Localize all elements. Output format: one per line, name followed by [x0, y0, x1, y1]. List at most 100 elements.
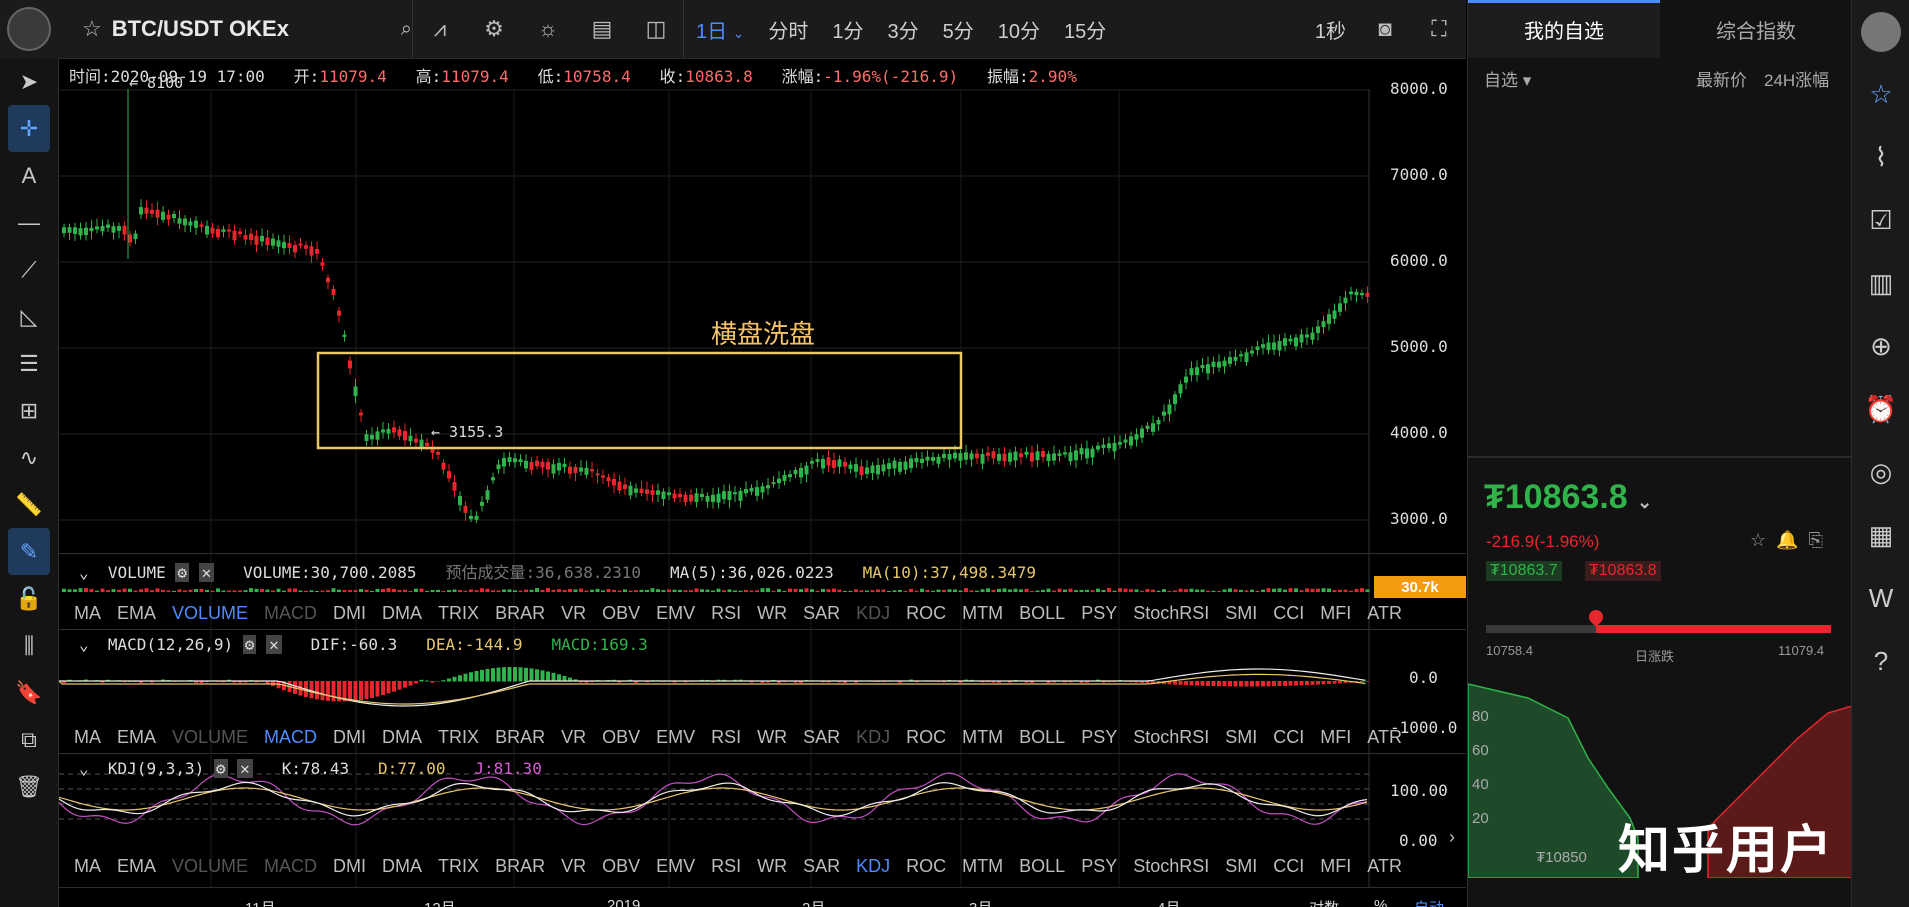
indicator-tab-vr[interactable]: VR: [561, 603, 586, 623]
interval-10m[interactable]: 10分: [986, 15, 1052, 44]
indicator-tab-brar[interactable]: BRAR: [495, 856, 545, 876]
indicator-tab-obv[interactable]: OBV: [602, 856, 640, 876]
indicator-tab-sar[interactable]: SAR: [803, 603, 840, 623]
indicator-tab-emv[interactable]: EMV: [656, 856, 695, 876]
indicator-tab-mtm[interactable]: MTM: [962, 856, 1003, 876]
indicator-icon[interactable]: ⩘: [425, 14, 455, 44]
indicator-tab-macd[interactable]: MACD: [264, 727, 317, 747]
indicator-tab-psy[interactable]: PSY: [1081, 727, 1117, 747]
indicator-tab-stochrsi[interactable]: StochRSI: [1133, 603, 1209, 623]
indicator-tab-roc[interactable]: ROC: [906, 603, 946, 623]
settings-icon[interactable]: ⚙: [479, 14, 509, 44]
help-icon[interactable]: ?: [1852, 630, 1909, 693]
order-icon[interactable]: ☑: [1852, 189, 1909, 252]
chevron-right-icon[interactable]: ›: [1449, 827, 1455, 848]
col-latest-price[interactable]: 最新价: [1696, 66, 1747, 91]
star-icon[interactable]: ☆: [82, 16, 102, 42]
triangle-tool-icon[interactable]: ◺: [0, 293, 58, 340]
theme-icon[interactable]: ☼: [533, 14, 563, 44]
gear-icon[interactable]: ⚙: [213, 759, 228, 778]
indicator-tab-vr[interactable]: VR: [561, 727, 586, 747]
indicator-tab-cci[interactable]: CCI: [1273, 727, 1304, 747]
interval-1m[interactable]: 1分: [820, 15, 875, 44]
gear-icon[interactable]: ⚙: [242, 635, 257, 654]
bell-icon[interactable]: 🔔: [1776, 530, 1798, 550]
indicator-tab-wr[interactable]: WR: [757, 603, 787, 623]
trendline-tool-icon[interactable]: ⟋: [0, 246, 58, 293]
crosshair-icon[interactable]: ✛: [8, 105, 50, 152]
refresh-rate[interactable]: 1秒: [1303, 15, 1358, 44]
star-icon[interactable]: ☆: [1750, 530, 1766, 550]
indicator-tab-mfi[interactable]: MFI: [1320, 603, 1351, 623]
brush-icon[interactable]: ✎: [8, 528, 50, 575]
indicator-tab-atr[interactable]: ATR: [1367, 727, 1402, 747]
indicator-tab-mfi[interactable]: MFI: [1320, 727, 1351, 747]
watchlist-icon[interactable]: ☆: [1852, 63, 1909, 126]
indicator-tab-mtm[interactable]: MTM: [962, 727, 1003, 747]
interval-selector[interactable]: 1日 ⌄: [684, 15, 756, 44]
interval-fenshi[interactable]: 分时: [756, 15, 820, 44]
chart-area[interactable]: 时间:2020-09-19 17:00 开:11079.4 高:11079.4 …: [59, 59, 1466, 907]
chart-icon[interactable]: ⌇: [1852, 126, 1909, 189]
wave-tool-icon[interactable]: ∿: [0, 434, 58, 481]
indicator-tab-smi[interactable]: SMI: [1225, 856, 1257, 876]
bars-icon[interactable]: ▥: [1852, 252, 1909, 315]
interval-15m[interactable]: 15分: [1052, 15, 1118, 44]
alarm-icon[interactable]: ⏰: [1852, 378, 1909, 441]
indicator-tab-obv[interactable]: OBV: [602, 727, 640, 747]
chevron-down-icon[interactable]: ⌄: [1637, 492, 1652, 512]
indicator-tab-boll[interactable]: BOLL: [1019, 727, 1065, 747]
indicator-tab-rsi[interactable]: RSI: [711, 856, 741, 876]
camera-icon[interactable]: ◙: [1370, 14, 1400, 44]
indicator-tab-psy[interactable]: PSY: [1081, 603, 1117, 623]
indicator-tab-stochrsi[interactable]: StochRSI: [1133, 856, 1209, 876]
indicator-tab-trix[interactable]: TRIX: [438, 727, 479, 747]
rectangle-tool-icon[interactable]: ⊞: [0, 387, 58, 434]
close-icon[interactable]: ✕: [237, 759, 253, 778]
add-icon[interactable]: ⊕: [1852, 315, 1909, 378]
indicator-tab-boll[interactable]: BOLL: [1019, 603, 1065, 623]
indicator-tab-dma[interactable]: DMA: [382, 727, 422, 747]
indicator-tab-trix[interactable]: TRIX: [438, 603, 479, 623]
indicator-tab-smi[interactable]: SMI: [1225, 727, 1257, 747]
wallet-icon[interactable]: W: [1852, 567, 1909, 630]
text-tool-icon[interactable]: A: [0, 152, 58, 199]
ruler-icon[interactable]: 📏: [0, 481, 58, 528]
search-icon[interactable]: ⌕: [401, 18, 412, 41]
app-logo[interactable]: [0, 0, 58, 58]
percent-scale-toggle[interactable]: %: [1374, 897, 1387, 907]
indicator-tab-cci[interactable]: CCI: [1273, 856, 1304, 876]
layers-icon[interactable]: ⧉: [0, 716, 58, 763]
indicator-tab-kdj[interactable]: KDJ: [856, 603, 890, 623]
indicator-tab-vr[interactable]: VR: [561, 856, 586, 876]
indicator-tab-mfi[interactable]: MFI: [1320, 856, 1351, 876]
indicator-tab-dmi[interactable]: DMI: [333, 856, 366, 876]
watchlist-filter[interactable]: 自选 ▾: [1484, 66, 1531, 91]
indicator-tab-trix[interactable]: TRIX: [438, 856, 479, 876]
tab-my-watchlist[interactable]: 我的自选: [1468, 0, 1660, 58]
indicator-tab-sar[interactable]: SAR: [803, 856, 840, 876]
col-24h-change[interactable]: 24H涨幅: [1764, 66, 1829, 91]
indicator-tab-ma[interactable]: MA: [74, 856, 101, 876]
interval-3m[interactable]: 3分: [876, 15, 931, 44]
indicator-tab-wr[interactable]: WR: [757, 727, 787, 747]
indicator-tab-mtm[interactable]: MTM: [962, 603, 1003, 623]
line-tool-icon[interactable]: —: [0, 199, 58, 246]
candle-icon[interactable]: ⫼: [0, 622, 58, 669]
annotation-text[interactable]: 横盘洗盘: [711, 314, 815, 351]
cursor-icon[interactable]: ➤: [0, 58, 58, 105]
indicator-tab-volume[interactable]: VOLUME: [172, 603, 248, 623]
indicator-tab-emv[interactable]: EMV: [656, 603, 695, 623]
indicator-tab-brar[interactable]: BRAR: [495, 727, 545, 747]
auto-scale-toggle[interactable]: 自动: [1414, 897, 1444, 907]
indicator-tab-boll[interactable]: BOLL: [1019, 856, 1065, 876]
indicator-tab-atr[interactable]: ATR: [1367, 603, 1402, 623]
symbol-selector[interactable]: ☆ BTC/USDT OKEx ⌕: [58, 16, 412, 42]
indicator-tab-psy[interactable]: PSY: [1081, 856, 1117, 876]
globe-icon[interactable]: ◎: [1852, 441, 1909, 504]
indicator-tab-ema[interactable]: EMA: [117, 603, 156, 623]
chevron-down-icon[interactable]: ⌄: [79, 635, 89, 654]
indicator-tab-volume[interactable]: VOLUME: [172, 856, 248, 876]
indicator-tab-dma[interactable]: DMA: [382, 603, 422, 623]
indicator-tab-ma[interactable]: MA: [74, 727, 101, 747]
